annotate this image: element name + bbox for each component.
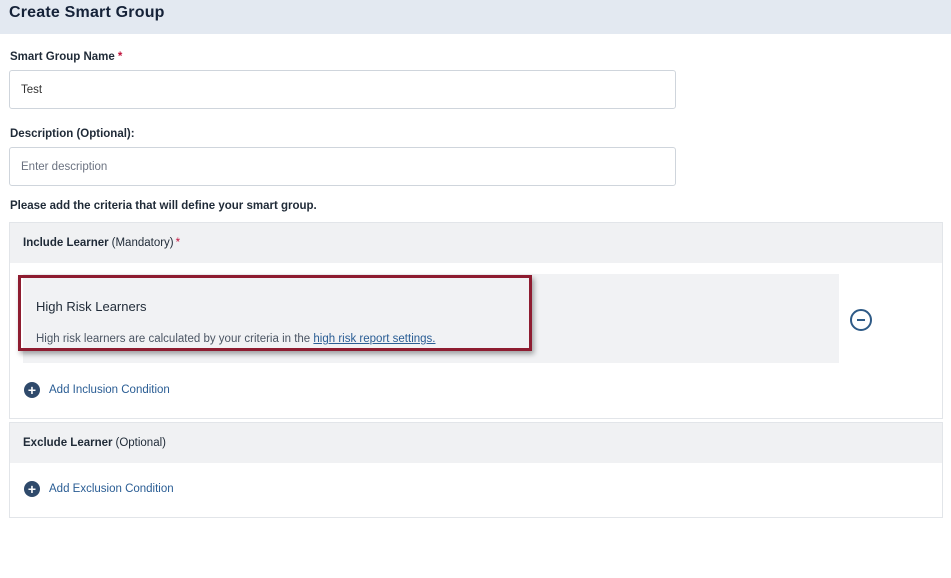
required-asterisk: * bbox=[117, 51, 123, 63]
criteria-title: High Risk Learners bbox=[36, 299, 147, 314]
high-risk-report-settings-link[interactable]: high risk report settings. bbox=[313, 333, 435, 345]
add-exclusion-condition-label: Add Exclusion Condition bbox=[49, 483, 174, 495]
exclude-learner-panel: Exclude Learner (Optional) + Add Exclusi… bbox=[9, 422, 943, 518]
add-inclusion-condition-label: Add Inclusion Condition bbox=[49, 384, 170, 396]
include-learner-title: Include Learner bbox=[23, 237, 109, 249]
minus-icon bbox=[857, 319, 865, 321]
include-learner-header: Include Learner (Mandatory) * bbox=[10, 223, 942, 263]
page-header: Create Smart Group bbox=[0, 0, 951, 34]
exclude-learner-header: Exclude Learner (Optional) bbox=[10, 423, 942, 463]
include-learner-qualifier: (Mandatory) bbox=[111, 237, 174, 249]
description-input[interactable] bbox=[9, 147, 676, 186]
criteria-hint: Please add the criteria that will define… bbox=[10, 200, 317, 212]
remove-condition-button[interactable] bbox=[850, 309, 872, 331]
smart-group-name-label: Smart Group Name * bbox=[10, 51, 122, 63]
criteria-description-text: High risk learners are calculated by you… bbox=[36, 333, 311, 345]
smart-group-name-label-text: Smart Group Name bbox=[10, 51, 115, 63]
exclude-learner-title: Exclude Learner bbox=[23, 437, 113, 449]
required-asterisk: * bbox=[175, 237, 181, 249]
include-learner-panel: Include Learner (Mandatory) * High Risk … bbox=[9, 222, 943, 419]
plus-circle-icon: + bbox=[24, 382, 40, 398]
page-title: Create Smart Group bbox=[9, 4, 165, 21]
add-exclusion-condition-button[interactable]: + Add Exclusion Condition bbox=[24, 481, 174, 497]
plus-circle-icon: + bbox=[24, 481, 40, 497]
add-inclusion-condition-button[interactable]: + Add Inclusion Condition bbox=[24, 382, 170, 398]
smart-group-name-input[interactable] bbox=[9, 70, 676, 109]
exclude-learner-qualifier: (Optional) bbox=[115, 437, 166, 449]
criteria-description: High risk learners are calculated by you… bbox=[36, 333, 436, 345]
description-label: Description (Optional): bbox=[10, 128, 135, 140]
